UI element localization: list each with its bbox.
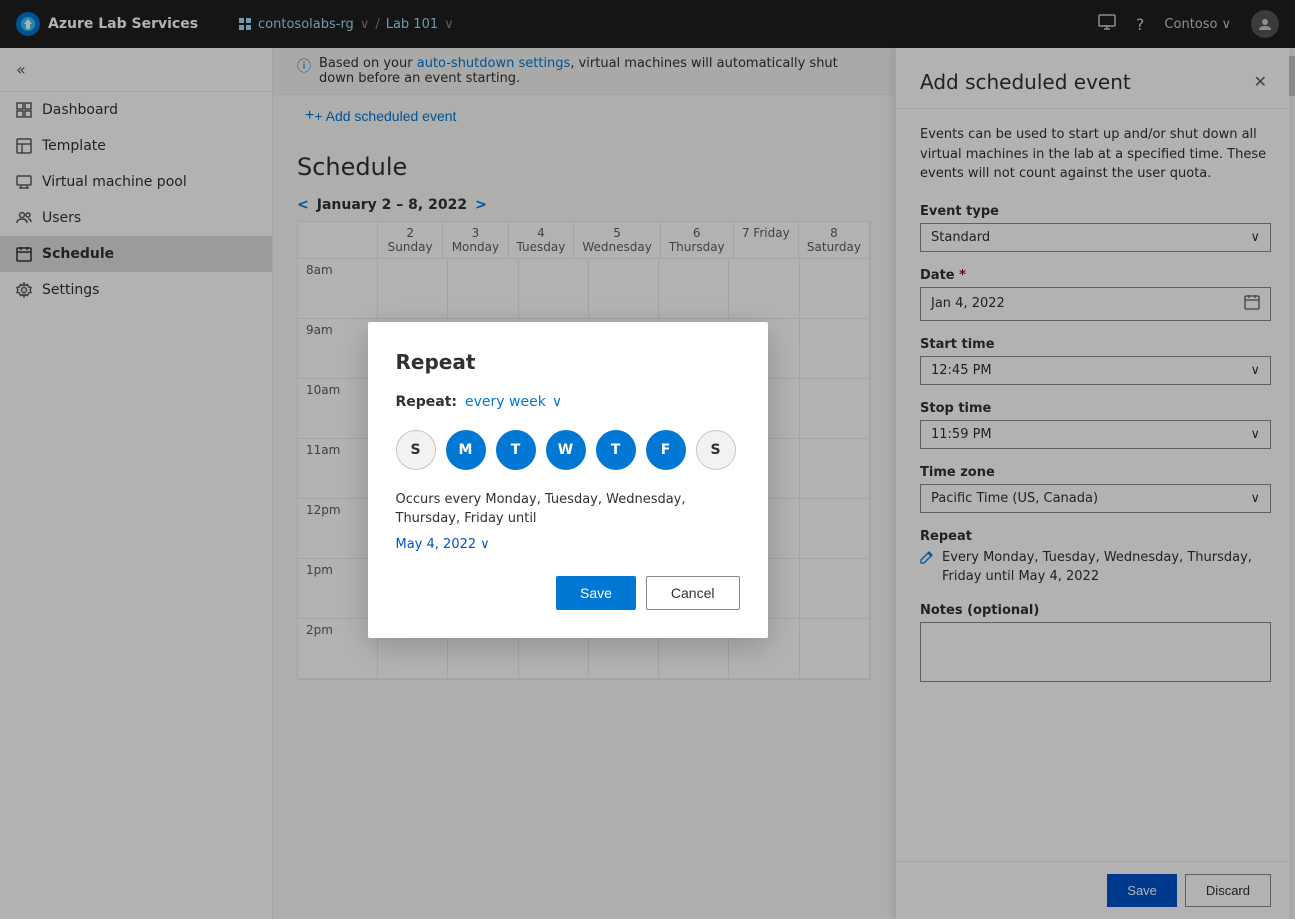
modal-title: Repeat <box>396 350 740 374</box>
repeat-chevron: ∨ <box>552 394 562 410</box>
until-date-selector[interactable]: May 4, 2022 ∨ <box>396 537 740 552</box>
repeat-frequency-select[interactable]: every week ∨ <box>465 394 562 410</box>
until-date-value: May 4, 2022 <box>396 537 477 552</box>
day-sunday[interactable]: S <box>396 430 436 470</box>
modal-footer: Save Cancel <box>396 576 740 610</box>
repeat-prefix: Repeat: <box>396 394 458 410</box>
days-selector: S M T W T F S <box>396 430 740 470</box>
day-friday[interactable]: F <box>646 430 686 470</box>
modal-cancel-button[interactable]: Cancel <box>646 576 740 610</box>
day-wednesday[interactable]: W <box>546 430 586 470</box>
day-thursday[interactable]: T <box>596 430 636 470</box>
repeat-modal: Repeat Repeat: every week ∨ S M T W T F … <box>368 322 768 638</box>
day-monday[interactable]: M <box>446 430 486 470</box>
day-saturday[interactable]: S <box>696 430 736 470</box>
occurs-text: Occurs every Monday, Tuesday, Wednesday,… <box>396 490 740 529</box>
modal-save-button[interactable]: Save <box>556 576 636 610</box>
until-date-chevron: ∨ <box>480 537 490 552</box>
modal-overlay[interactable]: Repeat Repeat: every week ∨ S M T W T F … <box>0 0 1295 919</box>
day-tuesday[interactable]: T <box>496 430 536 470</box>
repeat-frequency-row: Repeat: every week ∨ <box>396 394 740 410</box>
repeat-value: every week <box>465 394 546 410</box>
